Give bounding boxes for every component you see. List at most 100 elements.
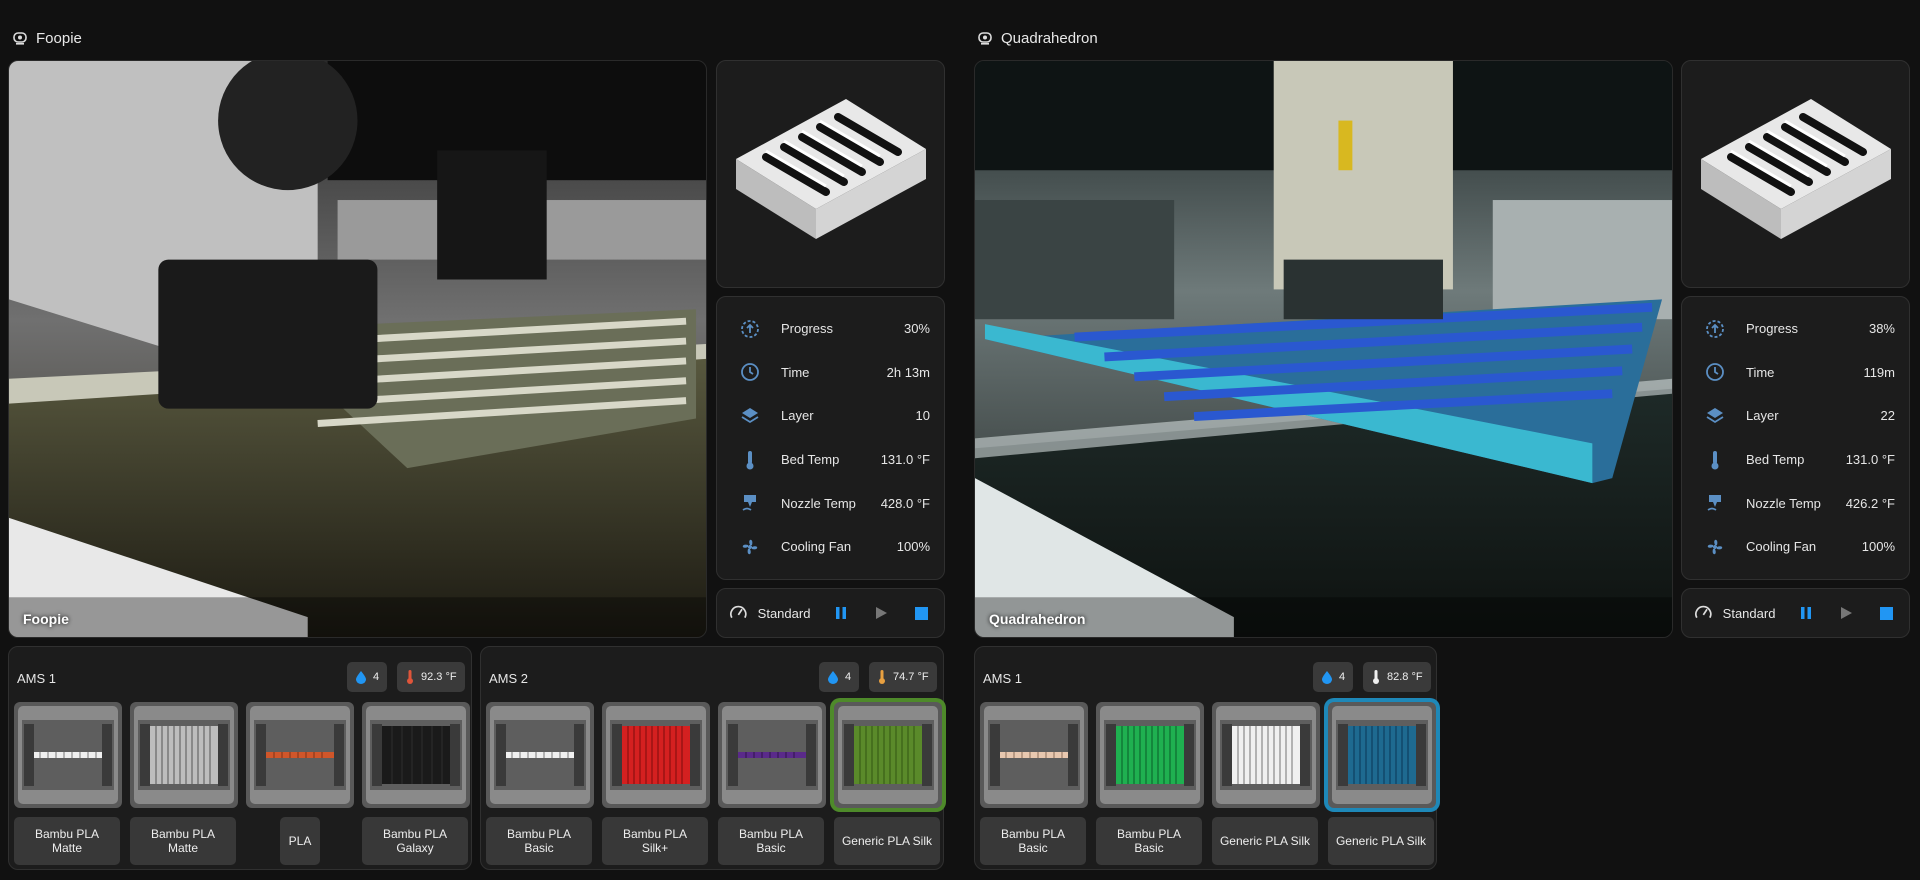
bed-temp-value: 131.0 °F xyxy=(1845,452,1895,468)
ams-slot-1[interactable] xyxy=(980,702,1088,808)
spool-icon xyxy=(250,706,350,804)
camera-feed[interactable]: Foopie xyxy=(8,60,707,638)
ams-title: AMS 2 xyxy=(489,671,529,686)
filament-label-3[interactable]: Generic PLA Silk xyxy=(1212,817,1318,865)
nozzle-icon xyxy=(1707,495,1721,511)
printer-name: Foopie xyxy=(36,29,82,47)
thermometer-icon xyxy=(1373,670,1379,684)
camera-image xyxy=(9,61,706,637)
layers-icon xyxy=(741,407,759,424)
ams-temp-badge: 74.7 °F xyxy=(869,662,937,692)
stat-layer: Layer 10 xyxy=(717,394,944,438)
speed-select[interactable]: Standard xyxy=(1723,606,1776,621)
filament-label-4[interactable]: Generic PLA Silk xyxy=(1328,817,1434,865)
ams-slot-4-active[interactable] xyxy=(1328,702,1436,808)
camera-label: Foopie xyxy=(23,611,69,627)
ams-title: AMS 1 xyxy=(17,671,57,686)
spool-icon xyxy=(984,706,1084,804)
layers-icon xyxy=(1706,407,1724,424)
filament-label-2[interactable]: Bambu PLA Silk+ xyxy=(602,817,708,865)
ams-slot-4[interactable] xyxy=(362,702,470,808)
speed-select[interactable]: Standard xyxy=(758,606,811,621)
play-icon xyxy=(1841,607,1853,619)
filament-label-4[interactable]: Generic PLA Silk xyxy=(834,817,940,865)
ams-slot-3[interactable] xyxy=(718,702,826,808)
print-preview xyxy=(1681,60,1910,288)
thermometer-icon xyxy=(879,670,885,684)
model-preview-image xyxy=(735,99,926,239)
print-controls: Standard xyxy=(1681,588,1910,638)
fan-icon xyxy=(742,539,758,555)
ams-slot-1[interactable] xyxy=(14,702,122,808)
filament-label-3[interactable]: PLA xyxy=(280,817,320,865)
cooling-fan-value: 100% xyxy=(1861,539,1895,555)
stat-nozzle-temp: Nozzle Temp 426.2 °F xyxy=(1682,481,1909,525)
filament-label-2[interactable]: Bambu PLA Basic xyxy=(1096,817,1202,865)
stat-layer: Layer 22 xyxy=(1682,394,1909,438)
camera-image xyxy=(975,61,1672,637)
webcam-icon xyxy=(13,32,27,45)
pause-icon xyxy=(835,607,846,619)
stat-cooling-fan: Cooling Fan 100% xyxy=(717,525,944,569)
humidity-badge: 4 xyxy=(347,662,388,692)
water-drop-icon xyxy=(828,671,838,684)
ams-unit-1: AMS 1 4 82.8 °F Bambu PLA Basic Bambu PL… xyxy=(974,646,1437,870)
filament-label-4[interactable]: Bambu PLA Galaxy xyxy=(362,817,468,865)
water-drop-icon xyxy=(356,671,366,684)
thermometer-icon xyxy=(746,450,754,470)
progress-icon xyxy=(1706,319,1724,338)
resume-button[interactable] xyxy=(871,602,892,624)
thermometer-icon xyxy=(407,670,413,684)
filament-label-1[interactable]: Bambu PLA Basic xyxy=(486,817,592,865)
layer-value: 10 xyxy=(915,408,930,424)
pause-button[interactable] xyxy=(1795,602,1816,624)
camera-feed[interactable]: Quadrahedron xyxy=(974,60,1673,638)
filament-label-2[interactable]: Bambu PLA Matte xyxy=(130,817,236,865)
filament-label-1[interactable]: Bambu PLA Matte xyxy=(14,817,120,865)
stat-time: Time 119m xyxy=(1682,351,1909,395)
webcam-icon xyxy=(978,32,992,45)
spool-icon xyxy=(722,706,822,804)
stat-nozzle-temp: Nozzle Temp 428.0 °F xyxy=(717,481,944,525)
speedometer-icon xyxy=(730,605,747,619)
ams-slot-3[interactable] xyxy=(246,702,354,808)
fan-icon xyxy=(1707,539,1723,555)
filament-label-3[interactable]: Bambu PLA Basic xyxy=(718,817,824,865)
speedometer-icon xyxy=(1695,605,1712,619)
stop-button[interactable] xyxy=(1876,602,1897,624)
spool-icon xyxy=(1100,706,1200,804)
ams-slot-2[interactable] xyxy=(130,702,238,808)
print-controls: Standard xyxy=(716,588,945,638)
ams-slot-1[interactable] xyxy=(486,702,594,808)
resume-button[interactable] xyxy=(1836,602,1857,624)
nozzle-icon xyxy=(742,495,756,511)
ams-slot-2[interactable] xyxy=(602,702,710,808)
stat-bed-temp: Bed Temp 131.0 °F xyxy=(1682,438,1909,482)
spool-icon xyxy=(1216,706,1316,804)
water-drop-icon xyxy=(1322,671,1332,684)
ams-slot-3[interactable] xyxy=(1212,702,1320,808)
play-icon xyxy=(876,607,888,619)
filament-label-1[interactable]: Bambu PLA Basic xyxy=(980,817,1086,865)
time-value: 119m xyxy=(1863,364,1895,380)
stat-progress: Progress 30% xyxy=(717,307,944,351)
clock-icon xyxy=(1706,363,1724,382)
stat-time: Time 2h 13m xyxy=(717,351,944,395)
thermometer-icon xyxy=(1711,450,1719,470)
humidity-badge: 4 xyxy=(819,662,860,692)
printer-header: Foopie xyxy=(12,26,82,50)
layer-value: 22 xyxy=(1880,408,1895,424)
spool-icon xyxy=(1332,706,1432,804)
printer-quadrahedron: Quadrahedron Quadrahedron Progress 38% T… xyxy=(965,0,1920,880)
pause-button[interactable] xyxy=(830,602,851,624)
humidity-badge: 4 xyxy=(1313,662,1354,692)
stop-button[interactable] xyxy=(911,602,932,624)
stop-icon xyxy=(915,606,929,620)
ams-slot-4-active[interactable] xyxy=(834,702,942,808)
ams-unit-1: AMS 1 4 92.3 °F Bambu PLA Matte Bambu PL… xyxy=(8,646,472,870)
stat-cooling-fan: Cooling Fan 100% xyxy=(1682,525,1909,569)
spool-icon xyxy=(134,706,234,804)
pause-icon xyxy=(1800,607,1811,619)
ams-temp-badge: 92.3 °F xyxy=(397,662,465,692)
ams-slot-2[interactable] xyxy=(1096,702,1204,808)
